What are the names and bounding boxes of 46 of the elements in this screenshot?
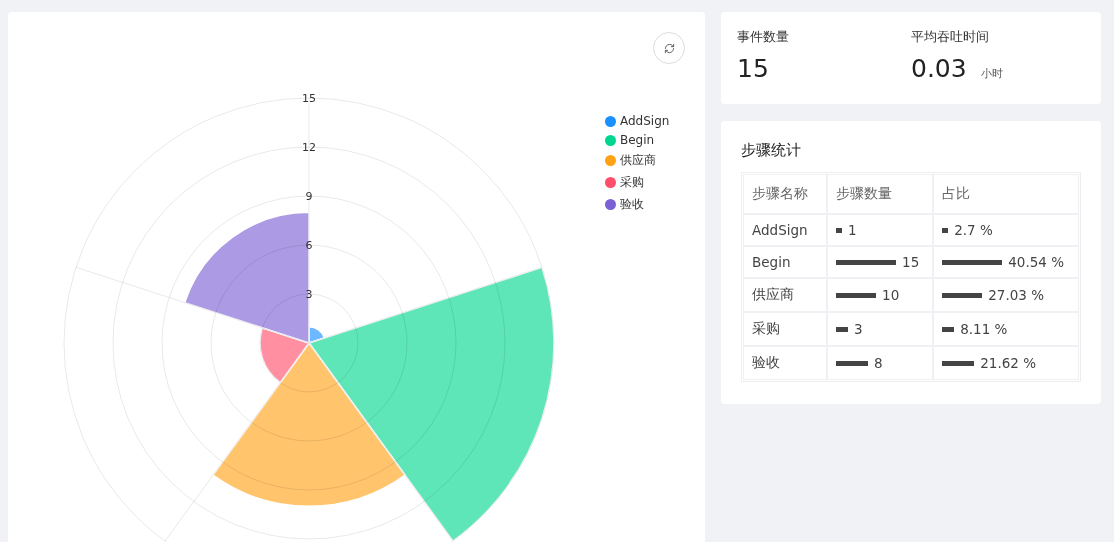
axis-tick-label: 3	[305, 288, 313, 301]
count-value: 8	[874, 355, 883, 371]
count-value: 10	[882, 287, 900, 303]
refresh-button[interactable]	[653, 32, 685, 64]
count-bar	[836, 360, 869, 366]
metric-unit: 小时	[980, 66, 1003, 81]
axis-tick-label: 15	[302, 92, 316, 105]
column-header: 步骤名称	[744, 175, 827, 213]
count-bar	[836, 259, 897, 265]
table-cell: AddSign	[744, 215, 827, 245]
share-value: 2.7 %	[954, 222, 993, 238]
refresh-icon	[663, 42, 675, 54]
column-header: 占比	[934, 175, 1078, 213]
share-value: 21.62 %	[980, 355, 1036, 371]
axis-tick-label: 12	[302, 141, 316, 154]
share-bar	[942, 360, 975, 366]
share-value: 27.03 %	[988, 287, 1044, 303]
count-value: 1	[848, 222, 857, 238]
table-cell: 供应商	[744, 279, 827, 311]
count-value: 15	[902, 254, 920, 270]
axis-tick-label: 9	[305, 190, 313, 203]
legend-label[interactable]: Begin	[620, 133, 655, 147]
share-bar	[942, 227, 949, 233]
count-bar	[836, 227, 843, 233]
metric-value: 15	[737, 54, 769, 83]
share-bar	[942, 292, 983, 298]
share-bar	[942, 326, 955, 332]
table-cell: Begin	[744, 247, 827, 277]
axis-tick-label: 6	[305, 239, 313, 252]
count-bar	[836, 326, 849, 332]
column-header: 步骤数量	[828, 175, 933, 213]
table-cell: 验收	[744, 347, 827, 379]
table-cell: 采购	[744, 313, 827, 345]
share-value: 40.54 %	[1008, 254, 1064, 270]
share-value: 8.11 %	[960, 321, 1008, 337]
legend-label[interactable]: 供应商	[620, 152, 656, 169]
metric-label: 事件数量	[737, 28, 790, 46]
metric-value: 0.03	[911, 54, 967, 83]
legend-label[interactable]: 采购	[620, 174, 644, 191]
metric-label: 平均吞吐时间	[911, 28, 990, 46]
card-title: 步骤统计	[741, 141, 802, 160]
count-value: 3	[854, 321, 863, 337]
legend-label[interactable]: 验收	[620, 196, 644, 213]
legend-label[interactable]: AddSign	[620, 114, 670, 128]
share-bar	[942, 259, 1003, 265]
count-bar	[836, 292, 877, 298]
